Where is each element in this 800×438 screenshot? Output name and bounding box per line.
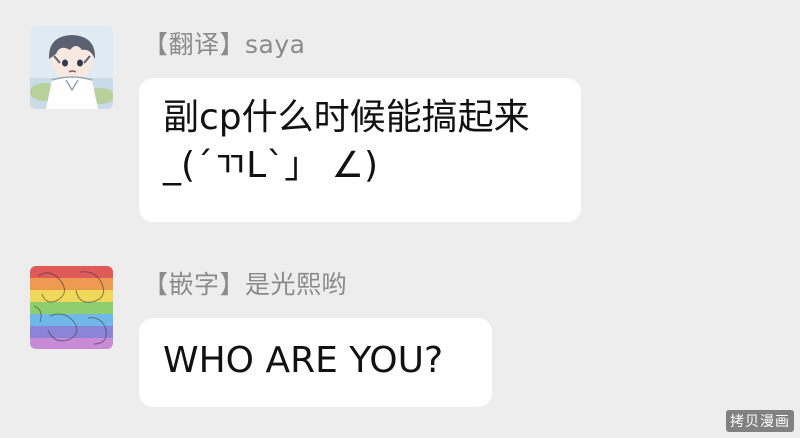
avatar-shiguangxiyo[interactable] bbox=[30, 266, 113, 349]
message-bubble[interactable]: WHO ARE YOU? bbox=[139, 318, 492, 407]
watermark: 拷贝漫画 bbox=[726, 410, 794, 432]
message-text-line-1: WHO ARE YOU? bbox=[163, 340, 444, 381]
sender-name: 【翻译】saya bbox=[143, 30, 306, 59]
rainbow-avatar-image bbox=[30, 266, 113, 349]
sender-name: 【嵌字】是光熙哟 bbox=[143, 270, 348, 299]
message-text-line-1: 副cp什么时候能搞起来 bbox=[163, 97, 530, 138]
message-bubble[interactable]: 副cp什么时候能搞起来 _(´ㄲL`」 ∠) bbox=[139, 78, 581, 222]
anime-boy-avatar-image bbox=[30, 26, 113, 109]
avatar-saya[interactable] bbox=[30, 26, 113, 109]
message-text-line-2: _(´ㄲL`」 ∠) bbox=[163, 145, 378, 186]
